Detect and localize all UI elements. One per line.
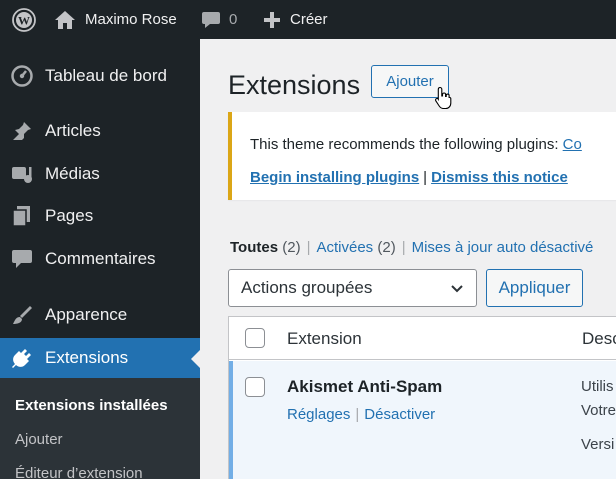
dismiss-notice-link[interactable]: Dismiss this notice (431, 169, 568, 186)
comments-count: 0 (229, 11, 238, 28)
plugin-status-filters: Toutes (2) | Activées (2) | Mises à jour aut… (230, 239, 593, 256)
active-menu-arrow (191, 350, 200, 368)
sidebar-item-label: Pages (45, 206, 94, 225)
extensions-submenu: Extensions installées Ajouter Éditeur d’… (0, 378, 200, 479)
pushpin-icon (10, 119, 34, 143)
deactivate-link[interactable]: Désactiver (364, 406, 435, 423)
chevron-down-icon (450, 281, 464, 301)
page-title: Extensions (228, 70, 361, 100)
bulk-actions-select[interactable]: Actions groupées (228, 269, 477, 307)
admin-bar: W Maximo Rose 0 Créer (0, 0, 616, 39)
filter-divider: | (306, 239, 311, 256)
select-all-checkbox[interactable] (245, 328, 265, 348)
filter-divider: | (401, 239, 406, 256)
notice-separator: | (423, 169, 428, 186)
notice-plugin-link[interactable]: Co (563, 136, 582, 153)
comment-icon (10, 247, 34, 271)
admin-sidebar: Tableau de bord Articles Médias Pages Co… (0, 39, 200, 479)
submenu-item-installed[interactable]: Extensions installées (15, 397, 168, 414)
hand-cursor-icon (435, 86, 452, 110)
new-content-label: Créer (290, 11, 328, 28)
dashboard-icon (10, 64, 34, 88)
column-header-extension[interactable]: Extension (287, 329, 362, 349)
plugins-table: Extension Desc Akismet Anti-Spam Réglage… (228, 316, 616, 479)
site-name-label: Maximo Rose (85, 11, 177, 28)
notice-message: This theme recommends the following plug… (250, 136, 582, 153)
sidebar-item-articles[interactable]: Articles (0, 111, 200, 151)
plugin-name: Akismet Anti-Spam (287, 377, 443, 396)
sidebar-item-label: Commentaires (45, 249, 156, 268)
comments-link[interactable]: 0 (201, 0, 237, 39)
row-actions: Réglages | Désactiver (287, 406, 435, 423)
plus-icon (263, 11, 281, 29)
sidebar-item-medias[interactable]: Médias (0, 154, 200, 194)
notice-actions: Begin installing plugins | Dismiss this no… (250, 169, 568, 186)
filter-auto-updates-disabled[interactable]: Mises à jour auto désactivé (412, 239, 594, 256)
row-action-separator: | (355, 406, 360, 423)
bulk-actions-value: Actions groupées (241, 278, 373, 297)
media-icon (10, 162, 34, 186)
filter-active[interactable]: Activées (316, 239, 373, 256)
column-header-description: Desc (582, 329, 616, 348)
submenu-item-editor[interactable]: Éditeur d’extension (15, 465, 143, 479)
filter-all[interactable]: Toutes (230, 239, 278, 256)
row-checkbox[interactable] (245, 377, 265, 397)
plugin-version: Versi (581, 436, 615, 453)
sidebar-item-label: Articles (45, 121, 101, 140)
sidebar-item-extensions[interactable]: Extensions (0, 338, 200, 378)
sidebar-item-dashboard[interactable]: Tableau de bord (0, 56, 200, 96)
new-content-link[interactable]: Créer (263, 0, 328, 39)
main-content: Extensions Ajouter This theme recommends… (200, 39, 616, 479)
paintbrush-icon (10, 303, 34, 327)
apply-button[interactable]: Appliquer (486, 269, 583, 307)
theme-plugins-notice: This theme recommends the following plug… (228, 112, 616, 200)
filter-all-count: (2) (282, 239, 301, 256)
submenu-item-add[interactable]: Ajouter (15, 431, 63, 448)
sidebar-item-label: Extensions (45, 348, 129, 367)
plugin-description-line: Votre (581, 402, 616, 419)
svg-text:W: W (18, 13, 30, 27)
sidebar-item-pages[interactable]: Pages (0, 196, 200, 236)
comment-bubble-icon (201, 10, 221, 30)
sidebar-item-comments[interactable]: Commentaires (0, 239, 200, 279)
plugin-icon (10, 346, 34, 370)
home-icon (54, 10, 76, 30)
sidebar-item-label: Médias (45, 164, 100, 183)
settings-link[interactable]: Réglages (287, 406, 350, 423)
plugin-description-line: Utilis (581, 378, 614, 395)
table-row: Akismet Anti-Spam Réglages | Désactiver Ut… (229, 361, 616, 479)
sidebar-item-appearance[interactable]: Apparence (0, 295, 200, 335)
pages-icon (10, 204, 34, 228)
site-name-link[interactable]: Maximo Rose (54, 0, 177, 39)
table-header: Extension Desc (229, 317, 616, 360)
begin-installing-link[interactable]: Begin installing plugins (250, 169, 419, 186)
wordpress-logo-icon[interactable]: W (6, 0, 42, 39)
sidebar-item-label: Tableau de bord (45, 66, 167, 85)
sidebar-item-label: Apparence (45, 305, 128, 324)
notice-text: This theme recommends the following plug… (250, 136, 563, 153)
filter-active-count: (2) (377, 239, 396, 256)
